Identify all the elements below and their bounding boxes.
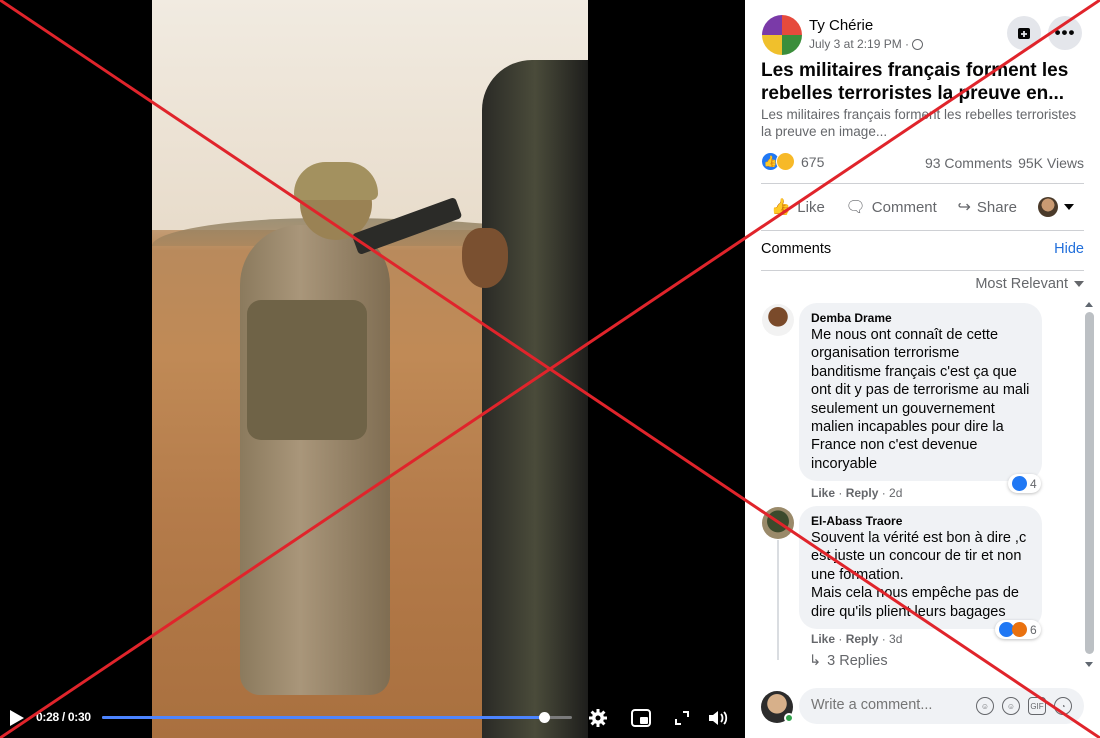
comment-bubble: El-Abass Traore Souvent la vérité est bo… (799, 506, 1042, 630)
video-player[interactable]: 0:28 / 0:30 (0, 0, 745, 738)
reaction-summary[interactable]: 👍 675 (761, 152, 824, 171)
video-frame[interactable] (152, 0, 588, 738)
reaction-count: 675 (801, 153, 825, 170)
views-count: 95K Views (1018, 155, 1084, 171)
play-icon[interactable] (10, 710, 24, 726)
comment-composer[interactable]: ☺ ☺ GIF ◔ (799, 688, 1084, 724)
post-description: Les militaires français forment les rebe… (761, 107, 1077, 139)
commenter-avatar[interactable] (762, 507, 794, 539)
more-options-button[interactable]: ••• (1048, 16, 1082, 50)
divider (761, 183, 1084, 184)
comment-like-link[interactable]: Like (811, 486, 835, 500)
like-button[interactable]: 👍 Like (771, 197, 824, 217)
scroll-up-arrow[interactable] (1085, 302, 1093, 307)
divider (761, 270, 1084, 271)
comment-like-link[interactable]: Like (811, 632, 835, 646)
comment-reactions[interactable]: 4 (1008, 474, 1041, 493)
gif-icon[interactable]: GIF (1028, 697, 1046, 715)
commenter-name[interactable]: Demba Drame (811, 311, 1030, 325)
sort-label: Most Relevant (975, 276, 1068, 292)
thumbs-up-icon: 👍 (771, 199, 792, 216)
post-actions: 👍 Like 🗨 Comment ↪ Share (761, 192, 1084, 222)
emoji-icon[interactable]: ☺ (1002, 697, 1020, 715)
video-time: 0:28 / 0:30 (36, 710, 91, 724)
post-side-panel: Ty Chérie July 3 at 2:19 PM · ••• Les mi… (745, 0, 1100, 738)
comment-actions: Like · Reply · 3d (811, 632, 903, 646)
settings-icon[interactable] (586, 706, 610, 730)
comment-reply-link[interactable]: Reply (846, 486, 879, 500)
video-progress-thumb[interactable] (538, 712, 550, 723)
second-person-figure (482, 60, 588, 738)
hand (462, 228, 508, 288)
comment-icon: 🗨 (845, 199, 866, 216)
miniplayer-icon[interactable] (629, 706, 653, 730)
commenter-avatar[interactable] (762, 304, 794, 336)
reply-arrow-icon: ↳ (809, 653, 822, 669)
comment-reply-link[interactable]: Reply (846, 632, 879, 646)
soldier-figure (240, 225, 390, 695)
comment-time[interactable]: 2d (889, 486, 902, 500)
scroll-down-arrow[interactable] (1085, 662, 1093, 667)
user-avatar-small (1037, 197, 1058, 217)
post-date[interactable]: July 3 at 2:19 PM · (809, 37, 909, 51)
chevron-down-icon (1063, 204, 1074, 210)
comment-text: Me nous ont connaît de cette organisatio… (811, 327, 1030, 472)
comments-count[interactable]: 93 Comments (925, 155, 1012, 171)
online-status-dot (784, 713, 794, 723)
more-icon: ••• (1054, 23, 1076, 42)
comment-text: Souvent la vérité est bon à dire ,c est … (811, 530, 1027, 620)
soldier-vest (247, 300, 367, 440)
replies-count: 3 Replies (827, 653, 888, 669)
comment-reaction-count: 6 (1030, 622, 1037, 637)
like-label: Like (797, 198, 825, 216)
comment-bubble: Demba Drame Me nous ont connaît de cette… (799, 303, 1042, 482)
hide-comments-link[interactable]: Hide (1054, 241, 1084, 257)
view-replies-link[interactable]: ↳ 3 Replies (809, 653, 888, 669)
chevron-down-icon (1074, 281, 1084, 287)
fullscreen-icon[interactable] (670, 706, 694, 730)
like-reaction-icon (1012, 476, 1027, 491)
comment-input[interactable] (811, 697, 971, 713)
comment-actions: Like · Reply · 2d (811, 486, 903, 500)
post-stats: 93 Comments 95K Views (925, 155, 1084, 171)
scrollbar-thumb[interactable] (1085, 312, 1094, 654)
globe-icon (912, 38, 924, 50)
comment-time[interactable]: 3d (889, 632, 902, 646)
share-label: Share (976, 198, 1017, 216)
comments-heading: Comments (761, 241, 832, 257)
video-progress-fill (102, 716, 544, 719)
author-avatar[interactable] (762, 15, 802, 55)
video-progress-bar[interactable] (102, 712, 572, 723)
avatar-sticker-icon[interactable]: ☺ (976, 697, 994, 715)
sad-reaction-icon (776, 152, 795, 171)
share-icon: ↪ (957, 199, 971, 216)
post-author[interactable]: Ty Chérie (809, 17, 873, 34)
comment-reaction-count: 4 (1030, 476, 1037, 491)
comment-sort-dropdown[interactable]: Most Relevant (975, 276, 1084, 292)
post-meta: July 3 at 2:19 PM · (809, 37, 924, 51)
volume-icon[interactable] (706, 706, 730, 730)
angry-reaction-icon (1012, 622, 1027, 637)
save-button[interactable] (1007, 16, 1041, 50)
soldier-cap (294, 162, 378, 200)
thread-line (777, 540, 779, 660)
comment-button[interactable]: 🗨 Comment (845, 197, 936, 217)
comment-reactions[interactable]: 6 (995, 620, 1041, 639)
post-title[interactable]: Les militaires français forment les rebe… (761, 59, 1091, 105)
share-button[interactable]: ↪ Share (958, 197, 1017, 217)
comment-label: Comment (871, 198, 937, 216)
commenter-name[interactable]: El-Abass Traore (811, 514, 1030, 528)
divider (761, 230, 1084, 231)
sticker-icon[interactable]: ◔ (1054, 697, 1072, 715)
reaction-identity-selector[interactable] (1037, 197, 1074, 217)
bookmark-plus-icon (1018, 28, 1030, 39)
